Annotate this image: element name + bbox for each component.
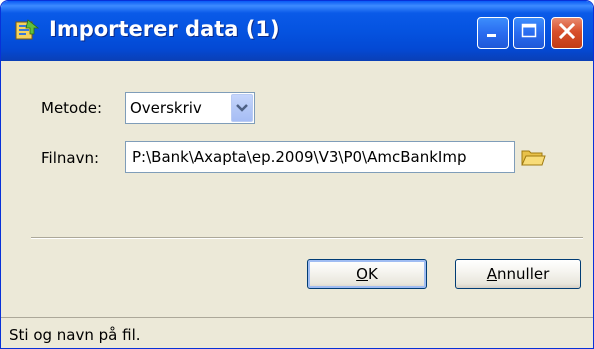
- chevron-down-icon: [235, 99, 249, 117]
- filename-value: P:\Bank\Axapta\ep.2009\V3\P0\AmcBankImp: [132, 148, 467, 166]
- dialog-body: Metode: Overskriv Filnavn: P:\Bank\Axapt…: [5, 61, 589, 316]
- app-icon: [15, 19, 40, 41]
- cancel-button-label: Annuller: [486, 265, 550, 283]
- close-button[interactable]: [551, 17, 583, 49]
- method-select[interactable]: Overskriv: [125, 92, 255, 124]
- browse-folder-button[interactable]: [520, 145, 546, 169]
- close-icon: [557, 21, 577, 45]
- minimize-icon: [483, 21, 503, 45]
- window-title: Importerer data (1): [49, 17, 280, 41]
- import-dialog: Importerer data (1) Metode: Overskriv Fi…: [0, 0, 594, 349]
- folder-icon: [520, 150, 546, 173]
- method-label: Metode:: [41, 99, 103, 117]
- status-bar: Sti og navn på fil.: [1, 317, 593, 348]
- maximize-icon: [519, 21, 539, 45]
- status-text: Sti og navn på fil.: [9, 326, 141, 344]
- ok-button-label: OK: [356, 265, 378, 283]
- filename-label: Filnavn:: [41, 149, 100, 167]
- separator: [31, 237, 583, 239]
- minimize-button[interactable]: [477, 17, 509, 49]
- method-select-value: Overskriv: [130, 99, 202, 117]
- ok-button[interactable]: OK: [307, 259, 427, 289]
- maximize-button[interactable]: [513, 17, 545, 49]
- title-bar[interactable]: Importerer data (1): [1, 1, 593, 61]
- filename-field[interactable]: P:\Bank\Axapta\ep.2009\V3\P0\AmcBankImp: [125, 141, 515, 173]
- cancel-button[interactable]: Annuller: [455, 259, 581, 289]
- dropdown-button[interactable]: [231, 94, 253, 122]
